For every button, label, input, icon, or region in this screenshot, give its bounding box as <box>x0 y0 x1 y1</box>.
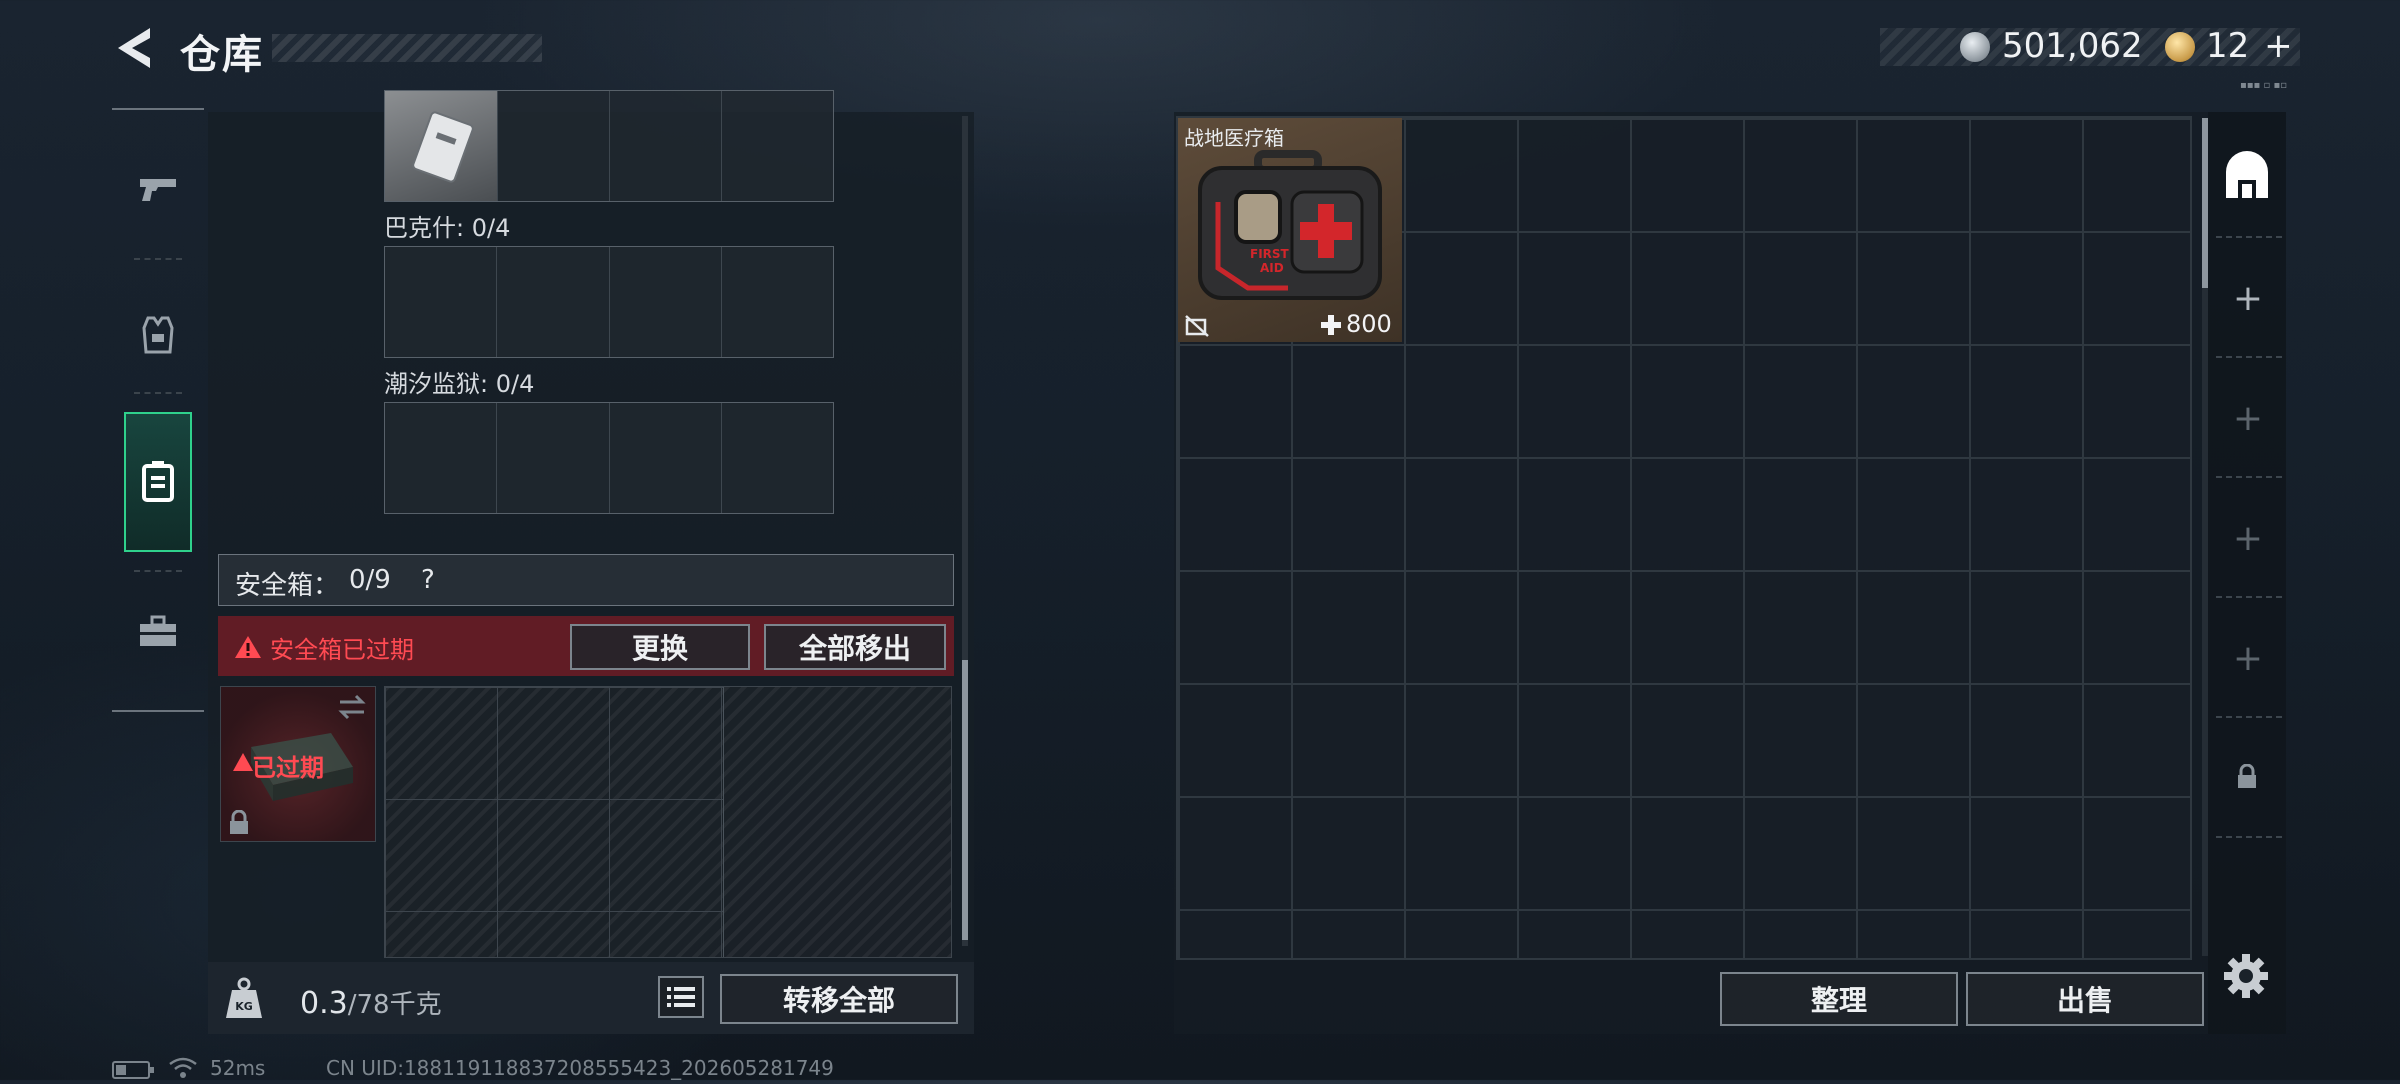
item-slot[interactable] <box>610 91 722 201</box>
nav-bottom-line <box>112 710 204 712</box>
gold-coin-icon <box>2165 32 2195 62</box>
stash-tab-main[interactable] <box>2220 150 2274 208</box>
gold-amount-value: 12 <box>2206 26 2250 66</box>
weight-icon: KG <box>224 976 264 1020</box>
svg-text:KG: KG <box>235 1000 253 1013</box>
lock-icon <box>228 809 250 840</box>
move-all-out-button[interactable]: 全部移出 <box>764 624 946 670</box>
sell-button[interactable]: 出售 <box>1966 972 2204 1026</box>
slot-grid-bakhsh <box>384 246 834 358</box>
help-icon[interactable]: ? <box>421 565 435 595</box>
silver-coin-icon <box>1960 32 1990 62</box>
slot-group-label: 巴克什: 0/4 <box>384 214 511 242</box>
svg-text:AID: AID <box>1260 261 1284 275</box>
expired-warning-text: 安全箱已过期 <box>270 636 414 664</box>
safe-box-header: 安全箱： 0/9 ? <box>218 554 954 606</box>
item-slot[interactable] <box>722 247 833 357</box>
backpack-icon <box>142 461 174 502</box>
safe-box-count: 0/9 <box>349 565 391 595</box>
safe-box-title: 安全箱： <box>235 571 340 601</box>
case-warning-icon <box>232 752 254 776</box>
locked-tab-icon[interactable] <box>2236 763 2258 794</box>
user-uid: CN UID:188119118837208555423_20260528174… <box>326 1056 834 1080</box>
no-sell-icon <box>1184 314 1210 342</box>
silver-amount: 501,062 <box>2002 26 2143 66</box>
nav-separator <box>134 258 182 260</box>
sort-button[interactable]: 整理 <box>1720 972 1958 1026</box>
left-scrollbar-thumb[interactable] <box>962 660 968 940</box>
tab-separator <box>2216 596 2282 598</box>
item-durability: 800 <box>1346 310 1392 338</box>
item-slot[interactable] <box>610 247 722 357</box>
page-title: 仓库 <box>180 32 264 78</box>
nav-top-line <box>112 108 204 110</box>
item-slot[interactable] <box>497 403 610 513</box>
first-aid-kit-icon: FIRST AID <box>1198 150 1382 300</box>
battery-icon <box>112 1060 156 1084</box>
add-stash-tab-icon[interactable]: + <box>2226 636 2270 680</box>
add-stash-tab-icon[interactable]: + <box>2226 516 2270 560</box>
network-ping: 52ms <box>210 1056 266 1080</box>
tab-separator <box>2216 236 2282 238</box>
tab-separator <box>2216 716 2282 718</box>
weight-current: 0.3 <box>300 986 348 1021</box>
tab-separator <box>2216 476 2282 478</box>
item-slot[interactable] <box>385 403 498 513</box>
transfer-all-button[interactable]: 转移全部 <box>720 974 958 1024</box>
item-slot[interactable] <box>497 247 610 357</box>
weight-readout: 0.3/78千克 <box>300 984 442 1021</box>
toolbox-icon <box>140 615 176 646</box>
nav-item-backpack[interactable] <box>124 412 192 552</box>
safe-box-grid[interactable] <box>384 686 952 958</box>
armor-vest-icon <box>142 316 174 354</box>
slot-grid-top <box>384 90 834 202</box>
medical-plus-icon <box>1320 314 1342 340</box>
settings-gear-icon[interactable] <box>2222 952 2270 1004</box>
svg-text:FIRST: FIRST <box>1250 247 1290 261</box>
warning-icon <box>234 634 262 664</box>
stash-tab-strip <box>2208 112 2286 1034</box>
keycard-icon <box>412 111 474 183</box>
tab-separator <box>2216 836 2282 838</box>
item-slot[interactable] <box>610 403 722 513</box>
replace-button[interactable]: 更换 <box>570 624 750 670</box>
pistol-icon <box>140 179 176 201</box>
add-stash-tab-icon[interactable]: + <box>2226 276 2270 320</box>
back-arrow-icon <box>118 28 150 68</box>
nav-item-armor[interactable] <box>124 300 192 370</box>
safe-box-usable-area <box>385 687 724 957</box>
nav-item-weapons[interactable] <box>124 154 192 224</box>
back-button[interactable] <box>110 22 156 74</box>
stash-item-medkit[interactable]: FIRST AID <box>1178 118 1402 342</box>
item-slot[interactable] <box>722 91 833 201</box>
case-expired-label: 已过期 <box>252 754 324 782</box>
nav-separator <box>134 570 182 572</box>
slot-group-label: 潮汐监狱: 0/4 <box>384 370 535 398</box>
weight-max: /78千克 <box>347 990 442 1020</box>
add-gold-icon[interactable]: + <box>2264 26 2293 66</box>
list-view-button[interactable] <box>658 976 704 1018</box>
item-slot[interactable] <box>385 91 498 201</box>
item-slot[interactable] <box>498 91 610 201</box>
list-icon <box>667 987 695 1007</box>
item-slot[interactable] <box>722 403 833 513</box>
add-stash-tab-icon[interactable]: + <box>2226 396 2270 440</box>
slot-grid-tidal-prison <box>384 402 834 514</box>
item-slot[interactable] <box>385 247 498 357</box>
nav-separator <box>134 392 182 394</box>
swap-icon[interactable] <box>336 694 368 724</box>
stash-house-icon <box>2226 151 2268 198</box>
gold-amount[interactable]: 12 + <box>2206 26 2293 66</box>
version-text: ▪▪▪ ▫ ▪▫ <box>2240 80 2288 91</box>
nav-item-toolbox[interactable] <box>124 596 192 666</box>
item-name: 战地医疗箱 <box>1184 126 1284 150</box>
tab-separator <box>2216 356 2282 358</box>
title-decoration <box>272 34 542 62</box>
